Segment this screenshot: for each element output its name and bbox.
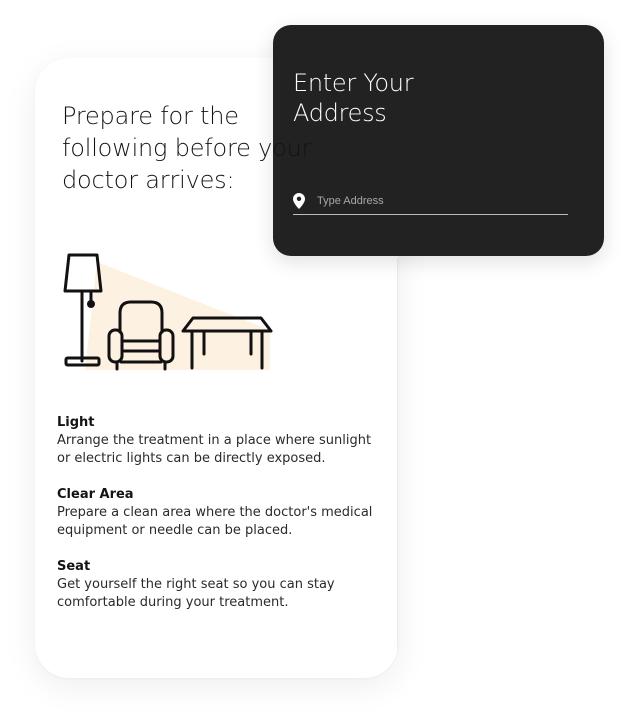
tips-list: Light Arrange the treatment in a place w… bbox=[57, 414, 382, 630]
tip-title: Light bbox=[57, 415, 95, 430]
tip-title: Seat bbox=[57, 559, 91, 574]
light-cone bbox=[85, 262, 270, 370]
screen: Prepare for the following before your do… bbox=[0, 0, 632, 718]
tip-seat: Seat Get yourself the right seat so you … bbox=[57, 558, 382, 612]
address-input[interactable] bbox=[317, 195, 568, 207]
tip-description: Arrange the treatment in a place where s… bbox=[57, 433, 372, 466]
tip-description: Get yourself the right seat so you can s… bbox=[57, 577, 335, 610]
preparation-headline: Prepare for the following before your do… bbox=[62, 102, 312, 194]
tip-description: Prepare a clean area where the doctor's … bbox=[57, 505, 373, 538]
tip-clear-area: Clear Area Prepare a clean area where th… bbox=[57, 486, 382, 540]
tip-title: Clear Area bbox=[57, 487, 134, 502]
lamp-armchair-table-illustration bbox=[63, 253, 273, 371]
tip-light: Light Arrange the treatment in a place w… bbox=[57, 414, 382, 468]
